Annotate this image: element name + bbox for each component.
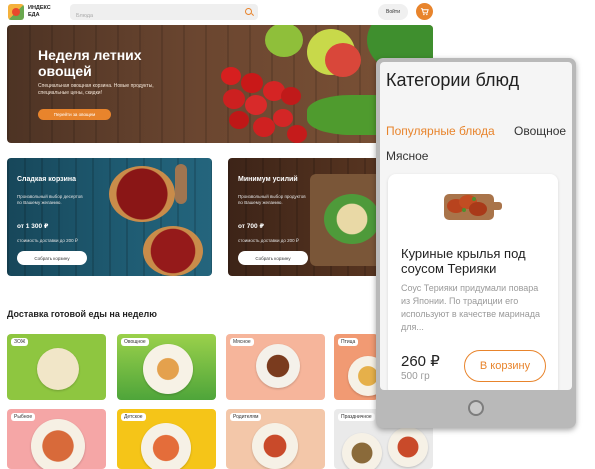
promo-price: от 700 ₽: [238, 223, 264, 230]
category-tag: Праздничное: [338, 413, 375, 421]
dish-price: 260 ₽: [401, 353, 440, 370]
promo-price: от 1 300 ₽: [17, 223, 49, 230]
cart-icon: [420, 8, 429, 16]
dish-weight: 500 гр: [401, 371, 430, 382]
dish-image: [37, 348, 79, 390]
category-tag: Детское: [121, 413, 146, 421]
category-tag: Рыбное: [11, 413, 36, 421]
search-icon[interactable]: [245, 8, 252, 15]
dish-image: [388, 427, 428, 467]
mobile-page-title: Категории блюд: [386, 70, 520, 90]
tab-popular[interactable]: Популярные блюда: [386, 124, 495, 138]
search-input[interactable]: [70, 8, 235, 24]
hero-cta-button[interactable]: Перейти за овощем: [38, 109, 111, 120]
tart-image: [143, 226, 203, 276]
hero-subtitle: Специальная овощная корзина. Новые проду…: [38, 83, 154, 96]
mobile-screen: Категории блюд Популярные блюда Овощное …: [380, 62, 572, 390]
category-tag: Мясное: [230, 338, 254, 346]
cart-button[interactable]: [416, 3, 433, 20]
logo-icon[interactable]: [8, 4, 24, 20]
add-to-cart-button[interactable]: В корзину: [464, 350, 546, 382]
search-bar: [70, 4, 258, 24]
category-tag: Овощное: [121, 338, 149, 346]
dish-image: [342, 433, 382, 469]
category-tile-vegetable[interactable]: Овощное: [117, 334, 216, 400]
promo-description: Произвольный выбор продуктов по Вашему ж…: [238, 194, 306, 205]
section-title: Доставка готовой еды на неделю: [7, 309, 157, 319]
category-tile-kids[interactable]: Детское: [117, 409, 216, 469]
tomato-image: [287, 125, 307, 143]
build-basket-button[interactable]: Собрать корзину: [238, 251, 308, 265]
logo-text[interactable]: ИНДЕКС ЕДА: [28, 5, 58, 18]
tomato-image: [281, 87, 301, 105]
hero-title: Неделя летних овощей: [38, 47, 142, 79]
tomato-image: [221, 67, 241, 85]
spoon-image: [175, 164, 187, 204]
dish-description: Соус Терияки придумали повара из Японии.…: [401, 283, 541, 332]
wings-board-icon: [444, 194, 502, 220]
tomato-image: [273, 109, 293, 127]
category-tag: ЗОЖ: [11, 338, 29, 346]
promo-delivery-note: стоимость доставки до 200 ₽: [238, 238, 299, 243]
category-tag: Родителям: [230, 413, 262, 421]
category-tag: Птица: [338, 338, 359, 346]
category-tile-meat[interactable]: Мясное: [226, 334, 325, 400]
promo-card-sweet[interactable]: Сладкая корзина Произвольный выбор десер…: [7, 158, 212, 276]
tart-image: [109, 166, 175, 222]
tomato-image: [223, 89, 245, 109]
tomato-image: [245, 95, 267, 115]
tab-vegetable[interactable]: Овощное: [514, 124, 566, 138]
dish-image: [143, 344, 193, 394]
tomato-image: [229, 111, 249, 129]
tomato-image: [253, 117, 275, 137]
category-tile-poultry[interactable]: Птица: [334, 334, 378, 400]
promo-description: Произвольный выбор десертов по Вашему же…: [17, 194, 83, 205]
dish-image: [256, 344, 300, 388]
category-tile-parents[interactable]: Родителям: [226, 409, 325, 469]
phone-frame: Категории блюд Популярные блюда Овощное …: [376, 58, 576, 428]
hero-banner[interactable]: Неделя летних овощей Специальная овощная…: [7, 25, 433, 143]
dish-image: [440, 184, 502, 228]
promo-delivery-note: стоимость доставки до 200 ₽: [17, 238, 78, 243]
vegetables-image: [324, 194, 380, 244]
apple-image: [325, 43, 361, 77]
category-tile-fish[interactable]: Рыбное: [7, 409, 106, 469]
tab-meat[interactable]: Мясное: [386, 149, 428, 163]
dish-name: Куриные крылья под соусом Терияки: [401, 246, 526, 276]
dish-image: [252, 423, 298, 469]
promo-title: Сладкая корзина: [17, 176, 77, 183]
dish-image: [141, 423, 191, 469]
build-basket-button[interactable]: Собрать корзину: [17, 251, 87, 265]
dish-image: [348, 356, 378, 396]
tomato-image: [241, 73, 263, 93]
phone-home-button[interactable]: [468, 400, 484, 416]
apple-image: [265, 25, 303, 57]
login-button[interactable]: Войти: [378, 4, 408, 20]
dish-image: [31, 419, 85, 469]
category-tile-healthy[interactable]: ЗОЖ: [7, 334, 106, 400]
promo-title: Минимум усилий: [238, 176, 298, 183]
dish-card[interactable]: Куриные крылья под соусом Терияки Соус Т…: [388, 174, 558, 390]
